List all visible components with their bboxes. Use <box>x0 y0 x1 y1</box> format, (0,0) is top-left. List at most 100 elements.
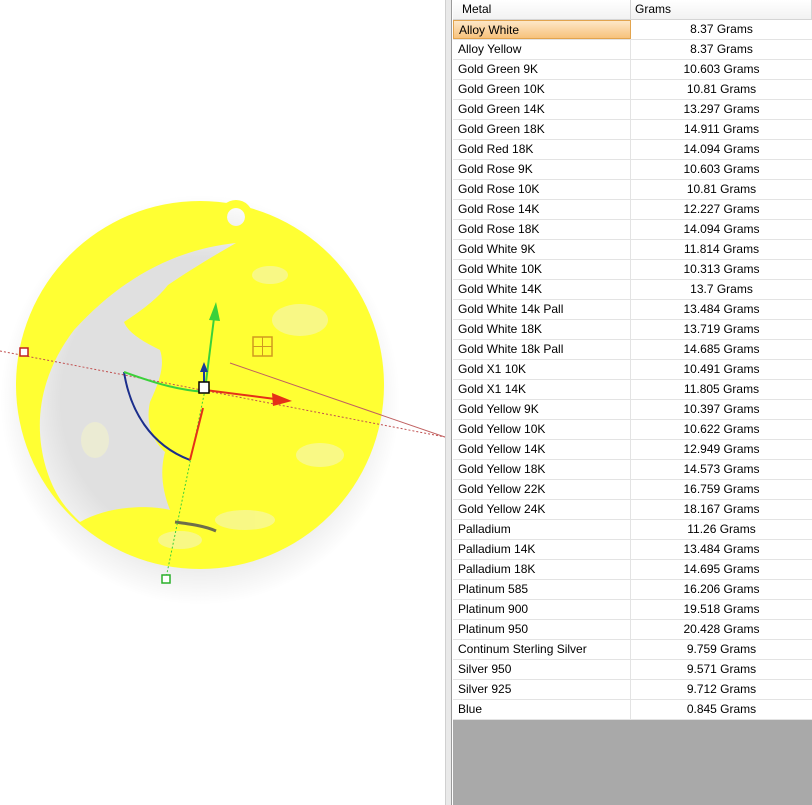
table-row[interactable]: Gold Yellow 18K 14.573 Grams <box>453 460 812 480</box>
cell-metal[interactable]: Gold White 10K <box>453 260 631 279</box>
table-row[interactable]: Palladium 18K 14.695 Grams <box>453 560 812 580</box>
table-row[interactable]: Gold Green 18K 14.911 Grams <box>453 120 812 140</box>
cell-grams[interactable]: 14.685 Grams <box>631 340 812 359</box>
table-row[interactable]: Gold Yellow 9K 10.397 Grams <box>453 400 812 420</box>
table-row[interactable]: Gold Green 9K 10.603 Grams <box>453 60 812 80</box>
cell-metal[interactable]: Gold White 14k Pall <box>453 300 631 319</box>
table-row[interactable]: Silver 925 9.712 Grams <box>453 680 812 700</box>
table-row[interactable]: Gold White 18k Pall 14.685 Grams <box>453 340 812 360</box>
table-row[interactable]: Alloy Yellow 8.37 Grams <box>453 40 812 60</box>
table-row[interactable]: Gold Rose 18K 14.094 Grams <box>453 220 812 240</box>
scale-handle-green-icon[interactable] <box>161 574 171 584</box>
cell-grams[interactable]: 9.571 Grams <box>631 660 812 679</box>
table-row[interactable]: Gold Yellow 22K 16.759 Grams <box>453 480 812 500</box>
table-row[interactable]: Continum Sterling Silver 9.759 Grams <box>453 640 812 660</box>
cell-metal[interactable]: Platinum 950 <box>453 620 631 639</box>
table-row[interactable]: Gold X1 14K 11.805 Grams <box>453 380 812 400</box>
cell-metal[interactable]: Gold X1 14K <box>453 380 631 399</box>
viewport-canvas[interactable] <box>0 0 445 805</box>
cell-metal[interactable]: Gold Rose 18K <box>453 220 631 239</box>
cell-grams[interactable]: 14.094 Grams <box>631 220 812 239</box>
cell-grams[interactable]: 10.313 Grams <box>631 260 812 279</box>
cell-metal[interactable]: Gold Yellow 22K <box>453 480 631 499</box>
cell-grams[interactable]: 13.484 Grams <box>631 540 812 559</box>
table-row[interactable]: Silver 950 9.571 Grams <box>453 660 812 680</box>
table-row[interactable]: Gold White 14k Pall 13.484 Grams <box>453 300 812 320</box>
cell-grams[interactable]: 20.428 Grams <box>631 620 812 639</box>
cell-grams[interactable]: 13.7 Grams <box>631 280 812 299</box>
table-row[interactable]: Gold White 18K 13.719 Grams <box>453 320 812 340</box>
table-row[interactable]: Gold Yellow 24K 18.167 Grams <box>453 500 812 520</box>
cell-grams[interactable]: 10.603 Grams <box>631 160 812 179</box>
cell-grams[interactable]: 16.759 Grams <box>631 480 812 499</box>
table-row[interactable]: Gold White 10K 10.313 Grams <box>453 260 812 280</box>
cell-metal[interactable]: Gold X1 10K <box>453 360 631 379</box>
cell-grams[interactable]: 11.805 Grams <box>631 380 812 399</box>
pivot-lock-icon[interactable] <box>198 381 210 394</box>
cell-grams[interactable]: 13.297 Grams <box>631 100 812 119</box>
cell-metal[interactable]: Palladium 18K <box>453 560 631 579</box>
table-row[interactable]: Platinum 585 16.206 Grams <box>453 580 812 600</box>
cell-grams[interactable]: 9.712 Grams <box>631 680 812 699</box>
cell-grams[interactable]: 10.603 Grams <box>631 60 812 79</box>
cell-grams[interactable]: 13.719 Grams <box>631 320 812 339</box>
table-row[interactable]: Palladium 11.26 Grams <box>453 520 812 540</box>
cell-metal[interactable]: Gold Yellow 9K <box>453 400 631 419</box>
3d-viewport[interactable] <box>0 0 445 805</box>
cell-grams[interactable]: 11.814 Grams <box>631 240 812 259</box>
cell-metal[interactable]: Silver 950 <box>453 660 631 679</box>
cell-metal[interactable]: Gold Red 18K <box>453 140 631 159</box>
cell-metal[interactable]: Gold Yellow 10K <box>453 420 631 439</box>
cell-metal[interactable]: Gold Yellow 14K <box>453 440 631 459</box>
cell-grams[interactable]: 10.491 Grams <box>631 360 812 379</box>
table-row[interactable]: Palladium 14K 13.484 Grams <box>453 540 812 560</box>
table-row[interactable]: Gold Rose 9K 10.603 Grams <box>453 160 812 180</box>
cell-grams[interactable]: 10.622 Grams <box>631 420 812 439</box>
cell-grams[interactable]: 8.37 Grams <box>631 20 812 39</box>
table-row[interactable]: Gold Rose 10K 10.81 Grams <box>453 180 812 200</box>
cell-grams[interactable]: 19.518 Grams <box>631 600 812 619</box>
cell-metal[interactable]: Gold White 18K <box>453 320 631 339</box>
cell-grams[interactable]: 10.81 Grams <box>631 80 812 99</box>
cell-metal[interactable]: Gold Green 14K <box>453 100 631 119</box>
cell-grams[interactable]: 12.227 Grams <box>631 200 812 219</box>
cell-metal[interactable]: Palladium <box>453 520 631 539</box>
cell-metal[interactable]: Gold White 9K <box>453 240 631 259</box>
panel-splitter[interactable] <box>445 0 452 805</box>
cell-metal[interactable]: Gold Green 10K <box>453 80 631 99</box>
cell-metal[interactable]: Gold Rose 14K <box>453 200 631 219</box>
cell-metal[interactable]: Alloy Yellow <box>453 40 631 59</box>
table-row[interactable]: Platinum 950 20.428 Grams <box>453 620 812 640</box>
table-row[interactable]: Gold Rose 14K 12.227 Grams <box>453 200 812 220</box>
cell-grams[interactable]: 12.949 Grams <box>631 440 812 459</box>
cell-grams[interactable]: 14.695 Grams <box>631 560 812 579</box>
cell-grams[interactable]: 13.484 Grams <box>631 300 812 319</box>
cell-grams[interactable]: 11.26 Grams <box>631 520 812 539</box>
cell-grams[interactable]: 8.37 Grams <box>631 40 812 59</box>
table-row[interactable]: Gold Red 18K 14.094 Grams <box>453 140 812 160</box>
cell-metal[interactable]: Platinum 585 <box>453 580 631 599</box>
table-row[interactable]: Gold Yellow 14K 12.949 Grams <box>453 440 812 460</box>
column-header-grams[interactable]: Grams <box>631 0 812 19</box>
cell-grams[interactable]: 14.573 Grams <box>631 460 812 479</box>
table-row[interactable]: Gold White 14K 13.7 Grams <box>453 280 812 300</box>
cell-metal[interactable]: Gold Yellow 24K <box>453 500 631 519</box>
cell-metal[interactable]: Gold White 18k Pall <box>453 340 631 359</box>
table-row[interactable]: Gold Green 14K 13.297 Grams <box>453 100 812 120</box>
cell-metal[interactable]: Gold Green 18K <box>453 120 631 139</box>
table-row[interactable]: Gold Green 10K 10.81 Grams <box>453 80 812 100</box>
cell-metal[interactable]: Continum Sterling Silver <box>453 640 631 659</box>
scale-handle-icon[interactable] <box>19 347 29 357</box>
table-row[interactable]: Blue 0.845 Grams <box>453 700 812 720</box>
cell-metal[interactable]: Palladium 14K <box>453 540 631 559</box>
cell-metal[interactable]: Alloy White <box>453 20 631 39</box>
column-header-metal[interactable]: Metal <box>453 0 631 19</box>
cell-grams[interactable]: 14.911 Grams <box>631 120 812 139</box>
cell-grams[interactable]: 9.759 Grams <box>631 640 812 659</box>
cell-grams[interactable]: 14.094 Grams <box>631 140 812 159</box>
cell-grams[interactable]: 16.206 Grams <box>631 580 812 599</box>
cell-grams[interactable]: 10.397 Grams <box>631 400 812 419</box>
cell-metal[interactable]: Platinum 900 <box>453 600 631 619</box>
table-row[interactable]: Alloy White 8.37 Grams <box>453 20 812 40</box>
cell-grams[interactable]: 18.167 Grams <box>631 500 812 519</box>
